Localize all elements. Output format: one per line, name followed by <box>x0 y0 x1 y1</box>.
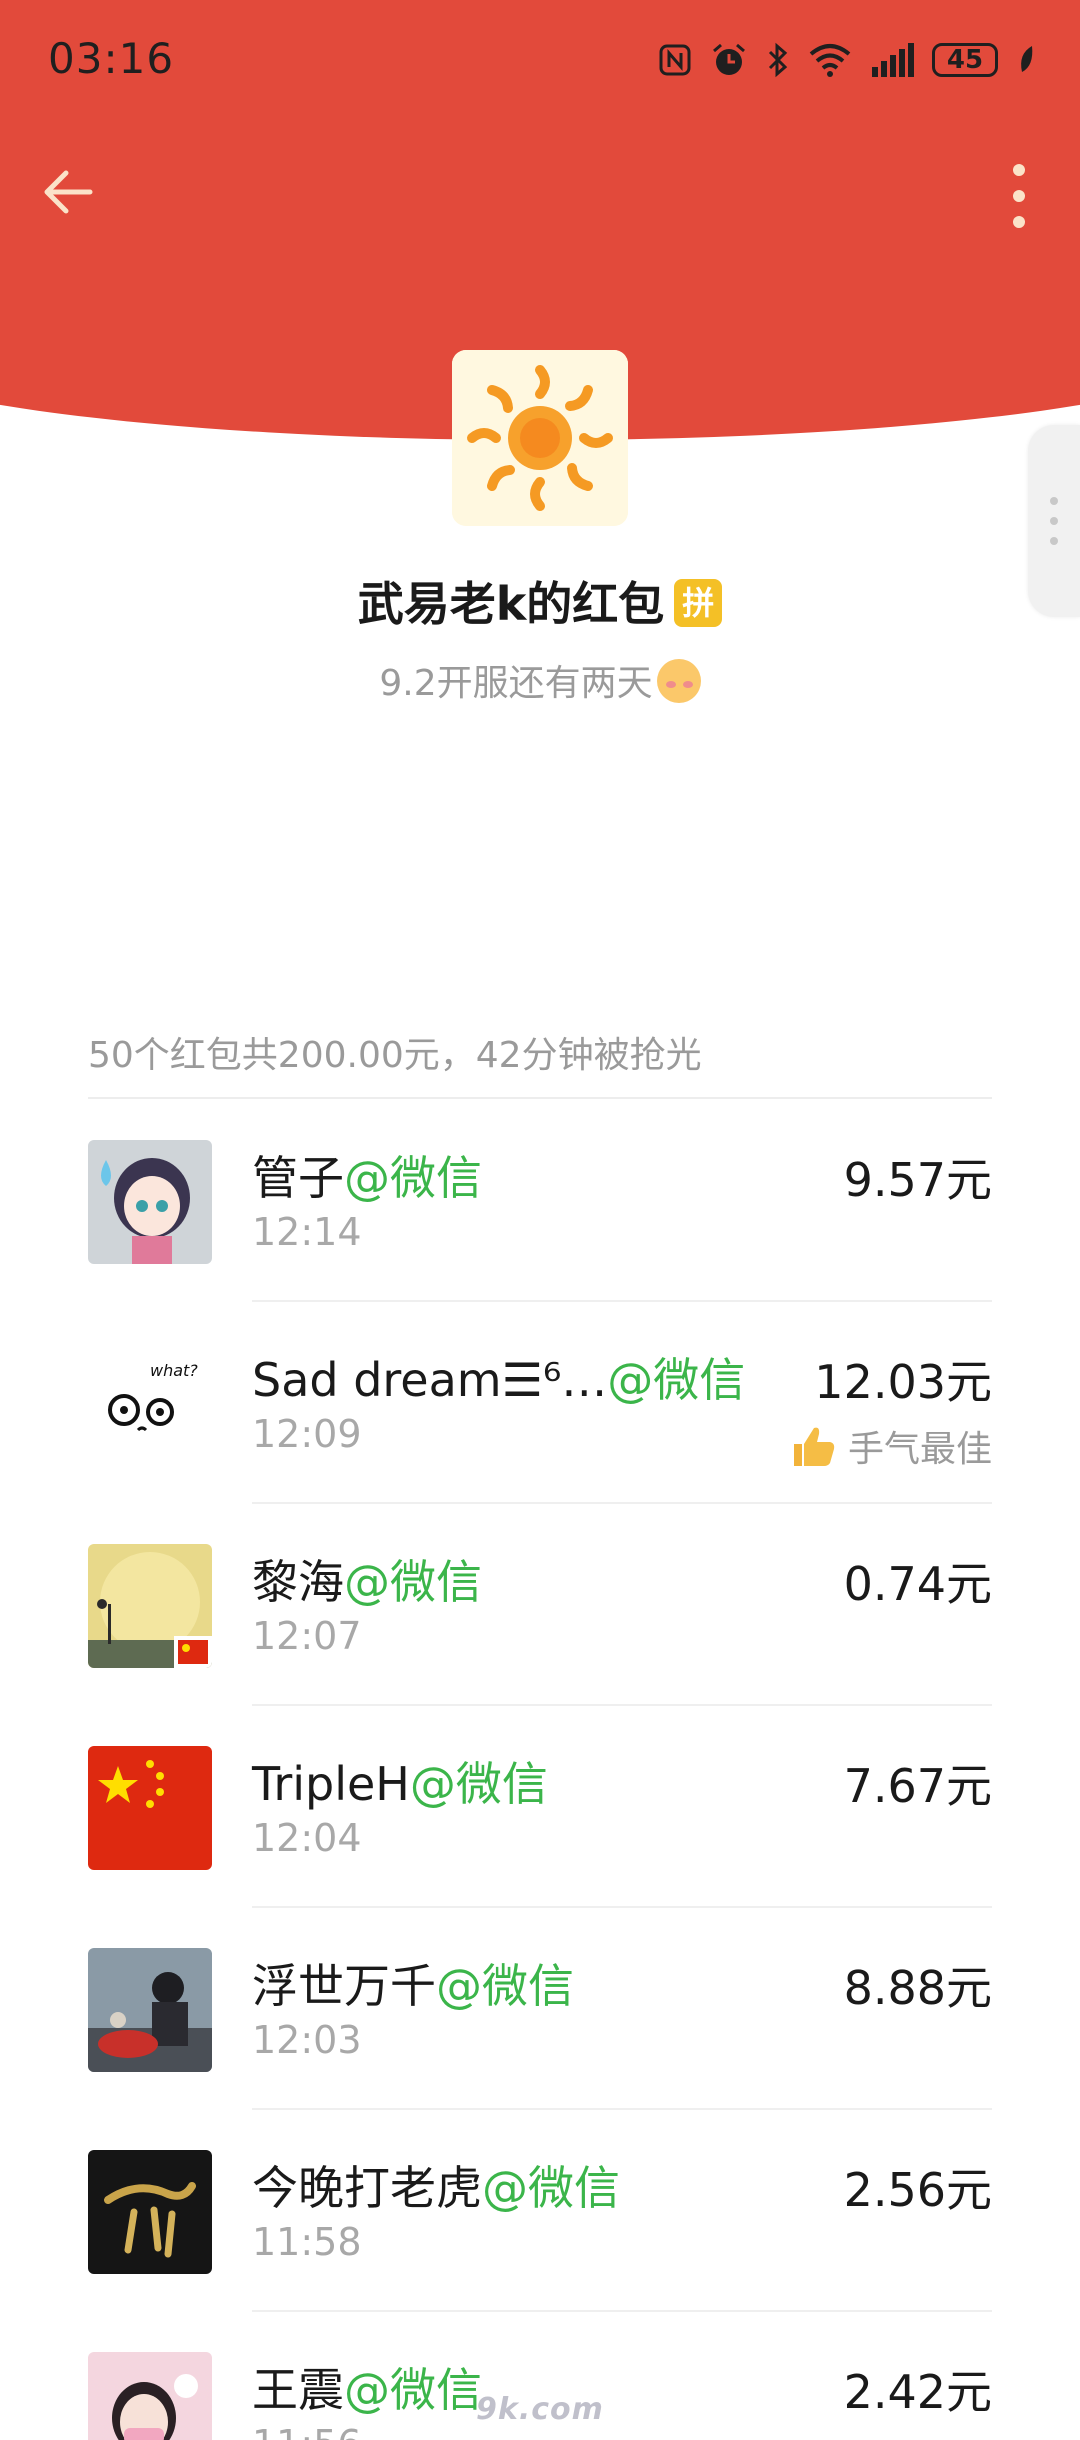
record-name: Sad dream☰⁶…@微信 <box>252 1353 746 1407</box>
thumbs-up-icon <box>793 1427 835 1466</box>
record-time: 12:09 <box>252 1412 362 1456</box>
summary-divider <box>88 1097 992 1099</box>
record-time: 11:56 <box>252 2422 362 2440</box>
record-amount: 8.88元 <box>843 1961 992 2015</box>
svg-text:what?: what? <box>150 1361 198 1380</box>
record-name: TripleH@微信 <box>252 1757 548 1811</box>
record-amount: 9.57元 <box>843 1153 992 1207</box>
sender-name: 武易老k的红包 <box>357 577 665 631</box>
avatar[interactable] <box>88 1140 212 1264</box>
avatar[interactable] <box>88 1746 212 1870</box>
more-vertical-icon <box>1013 164 1025 228</box>
calligraphy-avatar-icon <box>88 2150 212 2274</box>
avatar[interactable] <box>88 1948 212 2072</box>
list-item[interactable]: TripleH@微信 12:04 7.67元 <box>0 1706 1080 1908</box>
back-button[interactable] <box>36 160 100 224</box>
record-time: 12:04 <box>252 1816 362 1860</box>
anime-girl-avatar-icon <box>88 1140 212 1264</box>
record-amount: 0.74元 <box>843 1557 992 1611</box>
record-time: 12:07 <box>252 1614 362 1658</box>
record-name: 黎海@微信 <box>252 1555 482 1609</box>
avatar[interactable]: what? <box>88 1342 212 1466</box>
avatar[interactable] <box>88 2150 212 2274</box>
list-item[interactable]: what? Sad dream☰⁶…@微信 12:09 12.03元 手气最佳 <box>0 1302 1080 1504</box>
list-item[interactable]: 管子@微信 12:14 9.57元 <box>0 1100 1080 1302</box>
wifi-icon <box>809 44 851 77</box>
alarm-icon <box>713 43 745 75</box>
record-time: 12:03 <box>252 2018 362 2062</box>
sender-avatar[interactable] <box>452 350 628 526</box>
sender-note: 9.2开服还有两天 <box>379 663 653 704</box>
best-luck-label: 手气最佳 <box>847 1429 992 1470</box>
red-packet-detail-page: 03:16 45 武易老k的红包 拼 9.2开服还有两天 50个红包共200.0… <box>0 0 1080 2440</box>
face-sketch-avatar-icon: what? <box>88 1342 212 1466</box>
best-luck-badge: 手气最佳 <box>790 1420 992 1472</box>
avatar[interactable] <box>88 2352 212 2440</box>
sender-name-line: 武易老k的红包拼 <box>0 568 1080 634</box>
motorcycle-rider-avatar-icon <box>88 1948 212 2072</box>
arrow-left-icon <box>44 170 93 214</box>
record-name: 浮世万千@微信 <box>252 1959 574 2013</box>
record-time: 12:14 <box>252 1210 362 1254</box>
record-time: 11:58 <box>252 2220 362 2264</box>
status-bar: 03:16 45 <box>0 0 1080 120</box>
sun-icon <box>452 350 628 526</box>
record-name: 王震@微信 <box>252 2363 482 2417</box>
bluetooth-icon <box>768 42 788 78</box>
nfc-icon <box>659 44 691 76</box>
handle-dots <box>1050 497 1058 557</box>
record-name: 今晚打老虎@微信 <box>252 2161 620 2215</box>
summary-text: 50个红包共200.00元，42分钟被抢光 <box>88 1035 702 1076</box>
china-flag-icon <box>88 1746 212 1870</box>
portrait-avatar-icon <box>88 2352 212 2440</box>
list-item[interactable]: 今晚打老虎@微信 11:58 2.56元 <box>0 2110 1080 2312</box>
pin-badge: 拼 <box>674 579 723 627</box>
status-time: 03:16 <box>48 34 175 83</box>
record-amount: 12.03元 <box>814 1355 992 1409</box>
record-amount: 7.67元 <box>843 1759 992 1813</box>
battery-indicator: 45 <box>932 43 998 77</box>
more-button[interactable] <box>1004 160 1034 232</box>
blushing-face-icon <box>656 659 701 703</box>
moon-scene-avatar-icon <box>88 1544 212 1668</box>
avatar[interactable] <box>88 1544 212 1668</box>
sender-note-line: 9.2开服还有两天 <box>0 654 1080 706</box>
list-item[interactable]: 黎海@微信 12:07 0.74元 <box>0 1504 1080 1706</box>
watermark: 9k.com <box>476 2392 604 2427</box>
record-name: 管子@微信 <box>252 1151 482 1205</box>
record-amount: 2.42元 <box>843 2365 992 2419</box>
leaf-icon <box>1021 46 1033 72</box>
list-item[interactable]: 浮世万千@微信 12:03 8.88元 <box>0 1908 1080 2110</box>
signal-icon <box>872 43 914 77</box>
status-icons: 45 <box>658 36 1036 84</box>
record-amount: 2.56元 <box>843 2163 992 2217</box>
